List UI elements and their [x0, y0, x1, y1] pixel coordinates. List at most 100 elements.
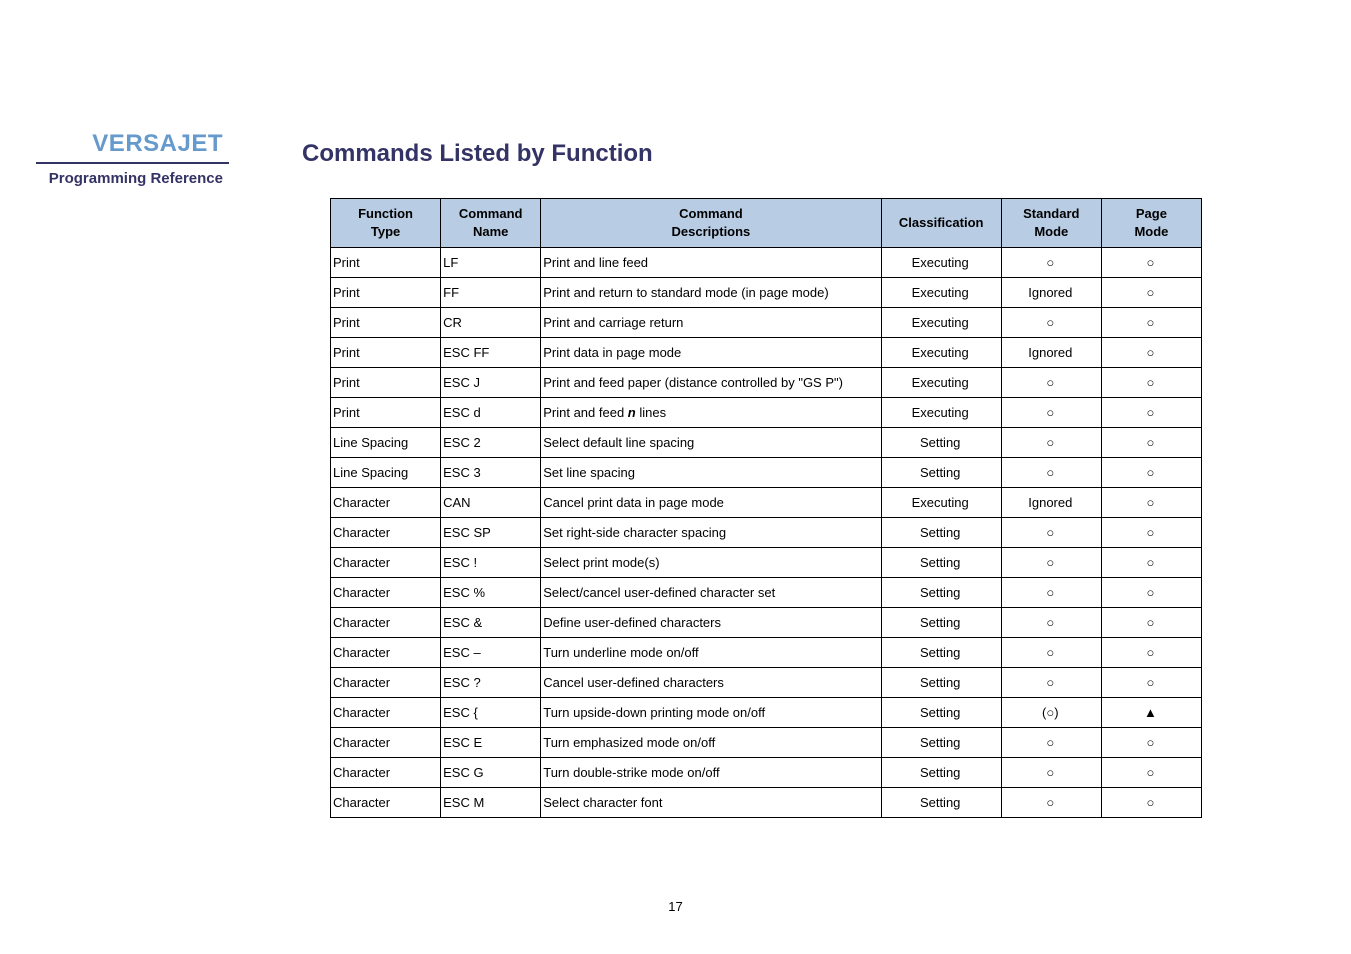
table-row: PrintCRPrint and carriage returnExecutin… — [331, 308, 1202, 338]
cell-command-name: ESC – — [441, 638, 541, 668]
italic-var: n — [628, 405, 636, 420]
cell-command-desc: Turn emphasized mode on/off — [541, 728, 881, 758]
header-pm-line2: Mode — [1134, 224, 1168, 239]
cell-standard-mode: Ignored — [1001, 338, 1101, 368]
cell-command-desc: Print data in page mode — [541, 338, 881, 368]
table-row: CharacterESC ?Cancel user-defined charac… — [331, 668, 1202, 698]
table-row: CharacterESC –Turn underline mode on/off… — [331, 638, 1202, 668]
cell-standard-mode: (○) — [1001, 698, 1101, 728]
cell-page-mode: ○ — [1101, 338, 1201, 368]
header-std-line2: Mode — [1034, 224, 1068, 239]
cell-page-mode: ○ — [1101, 458, 1201, 488]
page-heading: Commands Listed by Function — [302, 140, 1282, 168]
cell-command-desc: Turn double-strike mode on/off — [541, 758, 881, 788]
cell-standard-mode: ○ — [1001, 398, 1101, 428]
sidebar: VERSAJET Programming Reference — [36, 130, 229, 187]
header-page-mode: Page Mode — [1101, 199, 1201, 248]
cell-page-mode: ○ — [1101, 728, 1201, 758]
cell-classification: Executing — [881, 398, 1001, 428]
table-row: Line SpacingESC 3Set line spacingSetting… — [331, 458, 1202, 488]
cell-classification: Setting — [881, 728, 1001, 758]
cell-classification: Executing — [881, 488, 1001, 518]
table-row: CharacterESC SPSet right-side character … — [331, 518, 1202, 548]
cell-command-desc: Set line spacing — [541, 458, 881, 488]
cell-command-desc: Print and carriage return — [541, 308, 881, 338]
cell-page-mode: ○ — [1101, 668, 1201, 698]
cell-command-desc: Cancel print data in page mode — [541, 488, 881, 518]
cell-function-type: Print — [331, 278, 441, 308]
cell-command-desc: Define user-defined characters — [541, 608, 881, 638]
cell-classification: Executing — [881, 338, 1001, 368]
cell-function-type: Line Spacing — [331, 428, 441, 458]
header-pm-line1: Page — [1136, 206, 1167, 221]
cell-command-desc: Print and feed n lines — [541, 398, 881, 428]
table-row: PrintLFPrint and line feedExecuting○○ — [331, 248, 1202, 278]
cell-standard-mode: ○ — [1001, 548, 1101, 578]
cell-page-mode: ○ — [1101, 518, 1201, 548]
cell-command-name: ESC % — [441, 578, 541, 608]
cell-function-type: Character — [331, 698, 441, 728]
cell-command-desc: Select default line spacing — [541, 428, 881, 458]
cell-command-name: LF — [441, 248, 541, 278]
cell-classification: Setting — [881, 788, 1001, 818]
cell-classification: Executing — [881, 248, 1001, 278]
cell-function-type: Character — [331, 578, 441, 608]
table-row: Line SpacingESC 2Select default line spa… — [331, 428, 1202, 458]
cell-command-name: ESC FF — [441, 338, 541, 368]
cell-classification: Setting — [881, 518, 1001, 548]
table-row: PrintESC dPrint and feed n linesExecutin… — [331, 398, 1202, 428]
page-container: VERSAJET Programming Reference Commands … — [0, 0, 1351, 954]
commands-table: Function Type Command Name Command Descr… — [330, 198, 1202, 818]
cell-standard-mode: Ignored — [1001, 278, 1101, 308]
cell-page-mode: ○ — [1101, 368, 1201, 398]
cell-standard-mode: ○ — [1001, 308, 1101, 338]
cell-page-mode: ○ — [1101, 428, 1201, 458]
cell-standard-mode: ○ — [1001, 788, 1101, 818]
cell-command-desc: Print and feed paper (distance controlle… — [541, 368, 881, 398]
cell-classification: Setting — [881, 698, 1001, 728]
table-row: CharacterESC MSelect character fontSetti… — [331, 788, 1202, 818]
cell-function-type: Character — [331, 518, 441, 548]
cell-command-name: ESC J — [441, 368, 541, 398]
cell-function-type: Print — [331, 368, 441, 398]
cell-standard-mode: ○ — [1001, 248, 1101, 278]
cell-function-type: Character — [331, 488, 441, 518]
header-standard-mode: Standard Mode — [1001, 199, 1101, 248]
header-cmddesc-line2: Descriptions — [672, 224, 751, 239]
main-content: Commands Listed by Function Function Typ… — [302, 140, 1282, 818]
cell-page-mode: ○ — [1101, 398, 1201, 428]
cell-page-mode: ○ — [1101, 788, 1201, 818]
cell-command-desc: Cancel user-defined characters — [541, 668, 881, 698]
table-row: CharacterESC &Define user-defined charac… — [331, 608, 1202, 638]
cell-standard-mode: ○ — [1001, 518, 1101, 548]
cell-command-name: ESC ! — [441, 548, 541, 578]
cell-function-type: Character — [331, 788, 441, 818]
cell-command-desc: Select/cancel user-defined character set — [541, 578, 881, 608]
cell-command-name: ESC & — [441, 608, 541, 638]
cell-page-mode: ▲ — [1101, 698, 1201, 728]
cell-page-mode: ○ — [1101, 578, 1201, 608]
cell-standard-mode: ○ — [1001, 668, 1101, 698]
header-function-line2: Type — [371, 224, 400, 239]
cell-classification: Executing — [881, 368, 1001, 398]
cell-classification: Setting — [881, 638, 1001, 668]
header-command-name: Command Name — [441, 199, 541, 248]
cell-classification: Executing — [881, 308, 1001, 338]
cell-command-desc: Turn upside-down printing mode on/off — [541, 698, 881, 728]
cell-classification: Setting — [881, 668, 1001, 698]
table-row: CharacterCANCancel print data in page mo… — [331, 488, 1202, 518]
table-row: PrintFFPrint and return to standard mode… — [331, 278, 1202, 308]
cell-command-desc: Select character font — [541, 788, 881, 818]
page-number: 17 — [0, 899, 1351, 914]
cell-command-desc: Print and line feed — [541, 248, 881, 278]
cell-page-mode: ○ — [1101, 608, 1201, 638]
cell-standard-mode: ○ — [1001, 638, 1101, 668]
header-function-line1: Function — [358, 206, 413, 221]
cell-command-name: ESC G — [441, 758, 541, 788]
table-row: PrintESC JPrint and feed paper (distance… — [331, 368, 1202, 398]
table-header-row: Function Type Command Name Command Descr… — [331, 199, 1202, 248]
header-function-type: Function Type — [331, 199, 441, 248]
cell-command-name: ESC E — [441, 728, 541, 758]
sidebar-subtitle: Programming Reference — [36, 164, 229, 187]
cell-command-name: ESC SP — [441, 518, 541, 548]
